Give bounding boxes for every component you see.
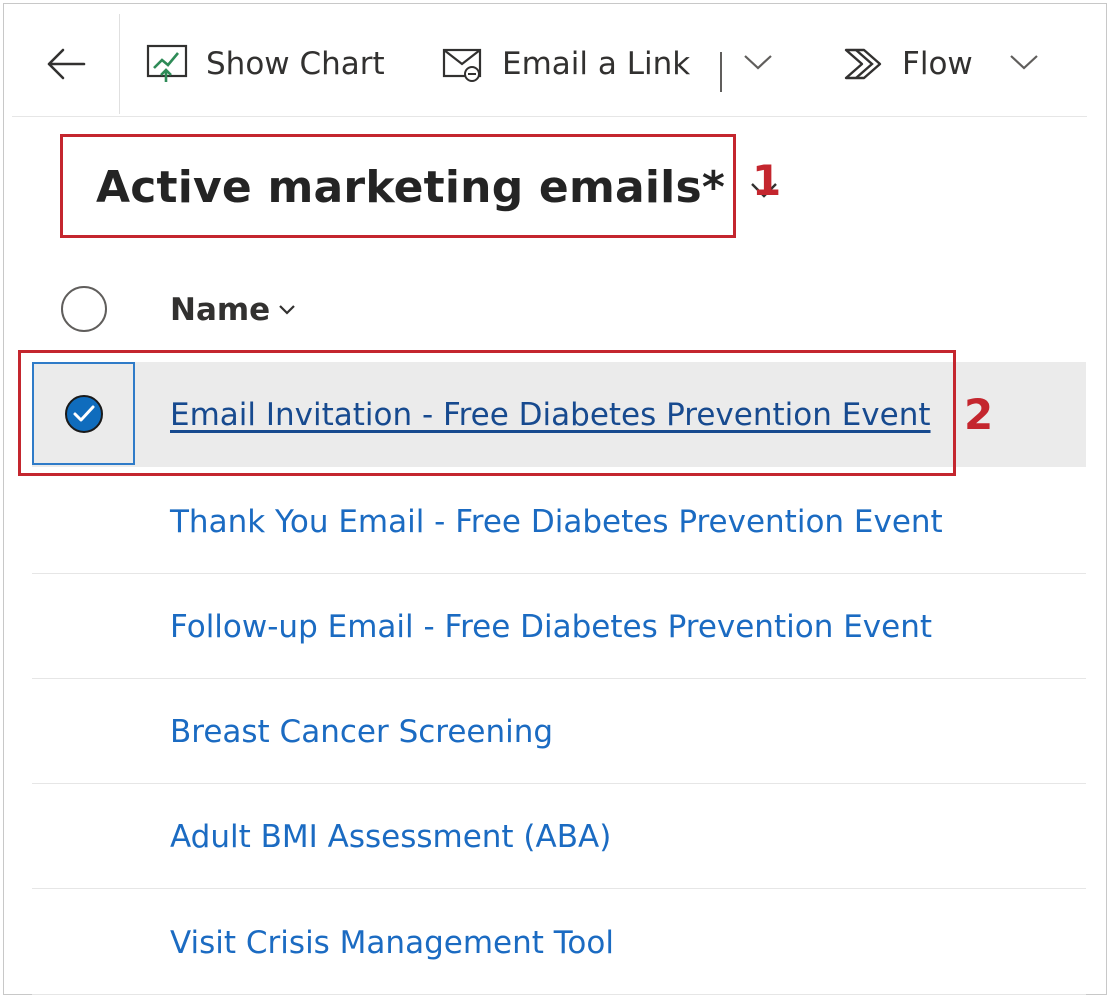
email-link-dropdown[interactable] [742, 50, 774, 78]
toolbar-separator [720, 52, 722, 92]
table-row[interactable]: Email Invitation - Free Diabetes Prevent… [32, 362, 1086, 467]
chevron-down-icon [1010, 55, 1038, 70]
row-name-link[interactable]: Follow-up Email - Free Diabetes Preventi… [170, 574, 932, 679]
flow-icon [842, 44, 886, 84]
app-frame: Show Chart Email a Link Flow Active mark… [3, 3, 1107, 995]
row-name-link[interactable]: Thank You Email - Free Diabetes Preventi… [170, 469, 943, 574]
select-all-checkbox[interactable] [61, 286, 107, 332]
row-checkbox[interactable] [32, 362, 135, 465]
view-selector[interactable]: Active marketing emails* [96, 154, 779, 220]
checkmark-circle-icon [64, 394, 103, 433]
row-name-link[interactable]: Breast Cancer Screening [170, 679, 553, 784]
show-chart-button[interactable]: Show Chart [146, 42, 385, 86]
email-link-button[interactable]: Email a Link [442, 42, 690, 86]
table-row[interactable]: Breast Cancer Screening [32, 679, 1086, 784]
arrow-left-icon [47, 48, 85, 80]
table-row[interactable]: Follow-up Email - Free Diabetes Preventi… [32, 574, 1086, 679]
table-row[interactable]: Thank You Email - Free Diabetes Preventi… [32, 469, 1086, 574]
flow-label: Flow [902, 46, 973, 82]
table-row[interactable]: Adult BMI Assessment (ABA) [32, 784, 1086, 889]
row-name-link[interactable]: Adult BMI Assessment (ABA) [170, 784, 611, 889]
table-row[interactable]: Visit Crisis Management Tool [32, 890, 1086, 995]
email-link-label: Email a Link [502, 46, 691, 82]
back-button[interactable] [12, 14, 120, 114]
view-title: Active marketing emails* [96, 161, 726, 213]
step-number-1: 1 [752, 156, 782, 205]
chart-icon [146, 44, 190, 84]
chevron-down-icon [279, 305, 295, 315]
row-divider [32, 994, 1086, 995]
flow-dropdown[interactable] [1008, 50, 1040, 78]
show-chart-label: Show Chart [206, 46, 385, 82]
column-header-name[interactable]: Name [170, 290, 296, 330]
column-header-name-label: Name [170, 292, 271, 328]
row-divider [32, 888, 1086, 889]
chevron-down-icon [744, 55, 772, 70]
step-number-2: 2 [964, 390, 994, 439]
flow-button[interactable]: Flow [842, 42, 973, 86]
row-name-link[interactable]: Email Invitation - Free Diabetes Prevent… [170, 362, 931, 467]
row-name-link[interactable]: Visit Crisis Management Tool [170, 890, 614, 995]
email-link-icon [442, 44, 486, 84]
command-bar: Show Chart Email a Link Flow [12, 14, 1087, 117]
